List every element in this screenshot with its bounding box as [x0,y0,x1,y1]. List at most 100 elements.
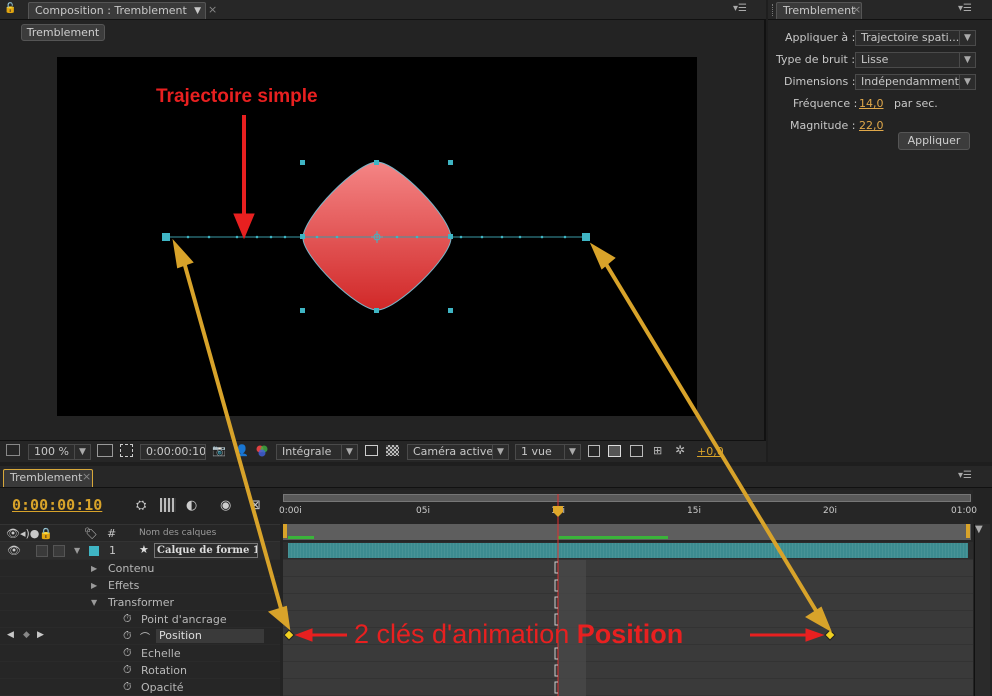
position-keyframe-end[interactable] [582,233,590,241]
av-features-icons[interactable]: 👁◂)●🔒 [6,527,53,540]
tab-wiggler[interactable]: Tremblement [776,2,862,19]
render-cache-green [288,536,314,539]
lock-box[interactable] [53,545,65,557]
resolution-value: Intégrale [282,445,332,458]
stopwatch-icon[interactable]: ⏱ [123,680,132,694]
graph-editor-icon[interactable]: ⊠ [250,498,261,513]
lock-icon[interactable]: 🔓 [4,3,16,14]
magnitude-value[interactable]: 22,0 [859,119,884,132]
time-ruler[interactable]: 0:00i 05i 10i 15i 20i 01:00 [279,490,977,542]
property-row-contenu[interactable]: ▶ Contenu [0,560,280,577]
add-keyframe-icon[interactable]: ◆ [23,630,30,640]
label-color-box[interactable] [89,546,99,556]
transparency-grid-icon[interactable] [386,445,399,456]
exposure-value[interactable]: +0,0 [697,445,724,458]
zoom-value: 100 % [34,445,69,458]
panel-menu-icon[interactable]: ▾☰ [958,3,972,14]
ruler-label: 15i [687,506,701,516]
fast-previews-icon[interactable] [608,445,621,457]
timecode-field[interactable]: 0:00:00:10 [140,444,206,460]
property-row-effets[interactable]: ▶ Effets [0,577,280,594]
prev-keyframe-icon[interactable]: ◀ [7,630,14,640]
stopwatch-icon[interactable]: ⏱ [123,612,132,626]
chevron-down-icon: ▼ [341,445,357,459]
camera-dropdown[interactable]: Caméra active ▼ [407,444,509,460]
ruler-label: 01:00 [951,506,977,516]
col-layer-name[interactable]: Nom des calques [139,528,216,538]
tab-composition[interactable]: Composition : Tremblement ▼ [28,2,206,19]
trajectory-annotation: Trajectoire simple [156,86,318,107]
show-snapshot-icon[interactable]: 👤 [235,444,249,457]
layer-name[interactable]: Calque de forme 1 [154,543,258,558]
chevron-down-icon: ▼ [492,445,508,459]
layer-number: 1 [109,544,116,557]
property-label: Transformer [108,596,175,609]
composition-viewer[interactable] [57,57,697,416]
expand-arrow-icon[interactable]: ▶ [91,564,97,573]
apply-to-dropdown[interactable]: Trajectoire spati... ▼ [855,30,976,46]
property-row-opacity[interactable]: ⏱ Opacité [0,679,280,696]
property-row-transformer[interactable]: ▼ Transformer [0,594,280,611]
toggle-pixel-aspect-icon[interactable] [588,445,600,457]
frequency-value[interactable]: 14,0 [859,97,884,110]
expand-arrow-icon[interactable]: ▼ [91,598,97,607]
layer-duration-bar[interactable] [288,543,968,558]
zoom-dropdown[interactable]: 100 % ▼ [28,444,91,460]
track-opacity [283,679,973,696]
layer-duration-track[interactable] [283,542,973,560]
property-row-anchor-point[interactable]: ⏱ Point d'ancrage [0,611,280,628]
ruler-label: 10i [551,506,565,516]
always-preview-icon[interactable] [6,444,20,456]
solo-box[interactable] [36,545,48,557]
property-label: Point d'ancrage [141,613,227,626]
expand-arrow-icon[interactable]: ▼ [74,546,80,555]
composition-subtab[interactable]: Tremblement [21,24,105,41]
stopwatch-icon[interactable]: ⏱ [123,646,132,660]
chevron-down-icon: ▼ [959,53,975,67]
mask-visibility-icon[interactable] [120,444,133,457]
property-label: Contenu [108,562,155,575]
resolution-dropdown[interactable]: Intégrale ▼ [276,444,358,460]
scroll-handle-icon[interactable]: ▼ [975,524,983,535]
timeline-scrollbar[interactable] [974,524,990,696]
graph-icon[interactable]: ⌒ [140,629,150,644]
apply-button[interactable]: Appliquer [898,132,970,150]
safe-zones-icon[interactable] [97,444,113,457]
panel-menu-icon[interactable]: ▾☰ [733,3,747,14]
ruler-ticks: 0:00i 05i 10i 15i 20i 01:00 [279,504,977,522]
expand-arrow-icon[interactable]: ▶ [91,581,97,590]
channel-icon[interactable] [255,444,269,458]
dimensions-dropdown[interactable]: Indépendamment ▼ [855,74,976,90]
panel-menu-icon[interactable]: ▾☰ [958,470,972,481]
timeline-icon[interactable] [630,445,643,457]
close-icon[interactable]: × [208,3,217,16]
hide-shy-layers-icon[interactable]: ◐ [186,498,197,513]
chevron-down-icon[interactable]: ▼ [194,3,201,19]
motion-blur-icon[interactable]: ◉ [220,498,231,513]
label-icon[interactable]: 🏷 [84,527,98,540]
comp-mini-flowchart-icon[interactable]: ⛭ [136,498,146,513]
current-time-display[interactable]: 0:00:00:10 [12,496,102,514]
camera-snapshot-icon[interactable]: 📷 [212,444,226,457]
draft-3d-icon[interactable] [160,498,176,512]
stopwatch-active-icon[interactable]: ⏱ [123,629,132,643]
position-keyframe-start[interactable] [162,233,170,241]
next-keyframe-icon[interactable]: ▶ [37,630,44,640]
close-icon[interactable]: × [82,470,91,483]
property-row-position[interactable]: ◀ ◆ ▶ ⏱ ⌒ Position [0,628,280,645]
property-row-scale[interactable]: ⏱ Echelle [0,645,280,662]
reset-exposure-icon[interactable]: ✲ [675,443,685,457]
eye-icon[interactable]: 👁 [7,544,21,557]
views-dropdown[interactable]: 1 vue ▼ [515,444,581,460]
region-of-interest-icon[interactable] [365,445,378,456]
noise-type-dropdown[interactable]: Lisse ▼ [855,52,976,68]
tab-timeline[interactable]: Tremblement [3,469,93,487]
close-icon[interactable]: × [852,3,861,16]
composition-toolbar: 100 % ▼ 0:00:00:10 📷 👤 Intégrale ▼ Caméra … [0,440,766,462]
chevron-down-icon: ▼ [74,445,90,459]
layer-row[interactable]: 👁 ▼ 1 ★ Calque de forme 1 [0,542,280,560]
flowchart-icon[interactable]: ⊞ [653,444,662,457]
work-area-bar[interactable] [283,494,971,502]
stopwatch-icon[interactable]: ⏱ [123,663,132,677]
property-row-rotation[interactable]: ⏱ Rotation [0,662,280,679]
